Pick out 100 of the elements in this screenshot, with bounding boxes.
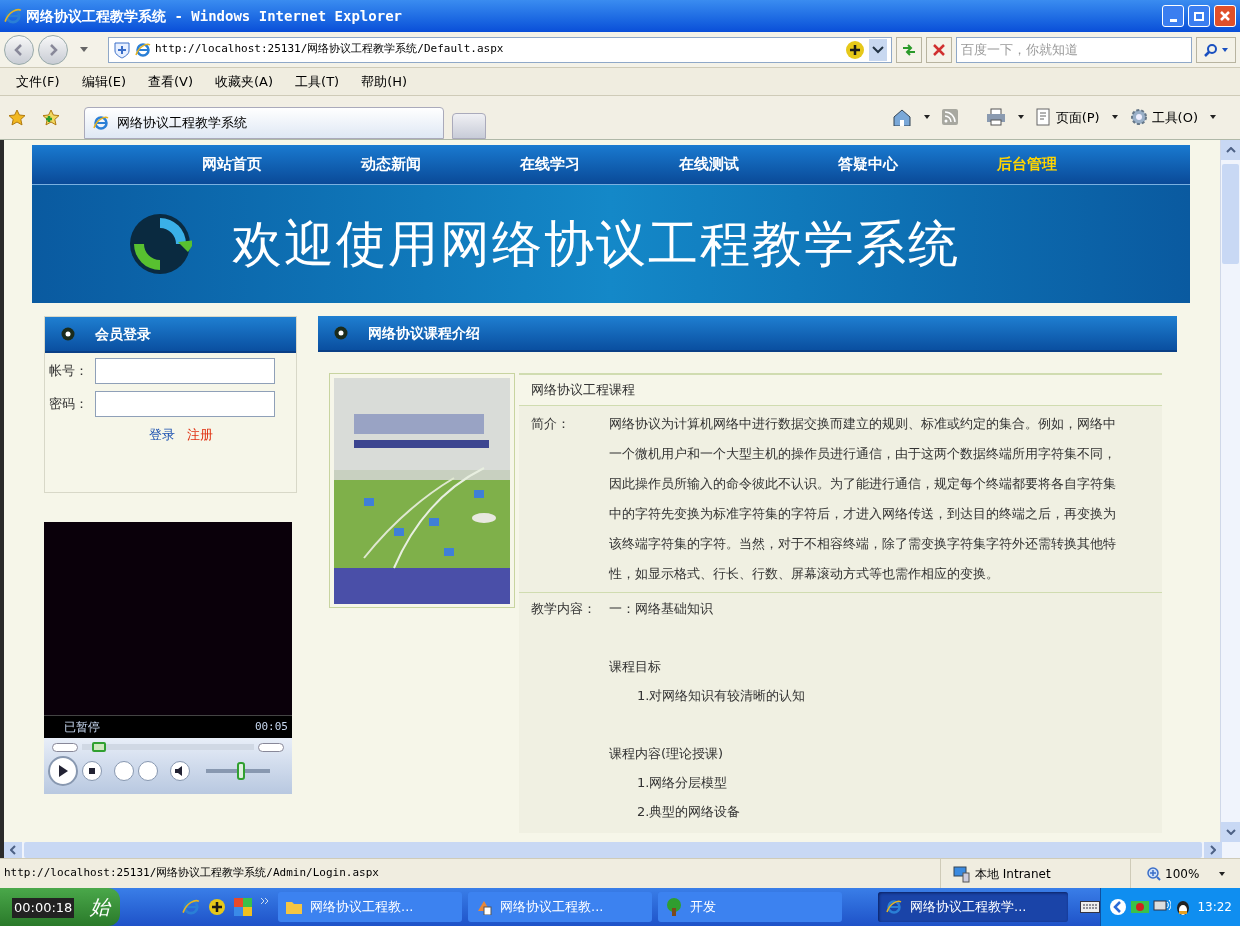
feed-icon[interactable] [941, 109, 958, 126]
browser-icon [182, 898, 200, 916]
app-icon [476, 899, 492, 915]
nav-link[interactable]: 答疑中心 [788, 153, 947, 176]
network-icon [953, 864, 971, 883]
zoom-level[interactable]: 100% [1165, 864, 1200, 883]
nav-link[interactable]: 在线学习 [470, 153, 629, 176]
password-field[interactable] [95, 391, 275, 417]
menu-item[interactable]: 文件(F) [16, 71, 60, 92]
back-button[interactable] [4, 34, 34, 65]
volume-thumb[interactable] [237, 762, 246, 780]
taskbar-button[interactable]: 网络协议工程教学... [878, 892, 1068, 922]
dropdown-icon[interactable] [1219, 871, 1226, 876]
vertical-scrollbar[interactable] [1220, 140, 1240, 842]
play-button[interactable] [48, 756, 78, 786]
nav-link[interactable]: 后台管理 [947, 153, 1106, 176]
login-link[interactable]: 登录 [148, 425, 175, 445]
page-menu-button[interactable]: 页面(P) [1035, 107, 1100, 127]
search-button[interactable] [1196, 36, 1236, 63]
mute-button[interactable] [170, 761, 190, 781]
home-icon[interactable] [891, 108, 912, 127]
new-tab-button[interactable] [452, 113, 486, 139]
stop-button[interactable] [82, 761, 102, 781]
close-icon [1219, 10, 1231, 22]
dropdown-icon[interactable] [923, 115, 930, 120]
minimize-button[interactable] [1162, 5, 1184, 27]
next-button[interactable] [138, 761, 158, 781]
course-name: 网络协议工程课程 [531, 381, 635, 400]
taskbar-button[interactable]: 网络协议工程教... [468, 892, 652, 922]
play-icon [58, 765, 68, 777]
menu-item[interactable]: 收藏夹(A) [215, 71, 274, 92]
star-icon[interactable] [8, 109, 26, 127]
menu-item[interactable]: 编辑(E) [81, 71, 126, 92]
refresh-button[interactable] [896, 36, 922, 63]
nav-link[interactable]: 网站首页 [152, 153, 311, 176]
seek-track[interactable] [82, 742, 254, 752]
dropdown-icon[interactable] [1017, 115, 1024, 120]
refresh-icon [901, 42, 917, 57]
window-title: 网络协议工程教学系统 - Windows Internet Explorer [26, 6, 403, 26]
fast-forward-button[interactable] [258, 742, 284, 752]
section-title: 会员登录 [95, 324, 151, 344]
stop-icon [89, 768, 95, 774]
plus-icon[interactable] [845, 39, 865, 60]
intro-text: 网络协议为计算机网络中进行数据交换而建立的规则、标准或约定的集合。例如，网络中一个微机用户和一个大型主机的操作员进行通信，由于这两个数据终端所用字符集不同，因此操作员所输入的命令彼此不认识。为了能进行通信，规定每个终端都要将各自字符集中的字符先变换为标准字符集的字符后，才进入网络传送，到达目的终端之后，再变换为该终端字符集的字符。当然，对于不相容终端，除了需变换字符集字符外还需转换其他特性，如显示格式、行长、行数、屏幕滚动方式等也需作相应的变换。 [609, 415, 1117, 583]
plus-icon[interactable] [208, 898, 226, 916]
penguin-icon[interactable] [1175, 898, 1191, 916]
rewind-button[interactable] [52, 742, 78, 752]
browser-tab[interactable]: 网络协议工程教学系统 [84, 107, 444, 139]
menu-item[interactable]: 帮助(H) [361, 71, 408, 92]
address-field[interactable]: http://localhost:25131/网络协议工程教学系统/Default.aspx [108, 36, 892, 63]
scroll-down-icon[interactable] [1225, 829, 1236, 835]
add-favorite-icon[interactable] [42, 109, 60, 127]
speaker-icon [175, 766, 185, 776]
scroll-thumb[interactable] [1222, 164, 1239, 264]
status-url: http://localhost:25131/网络协议工程教学系统/Admin/Login.aspx [3, 865, 380, 882]
gear-icon [1129, 108, 1148, 127]
restore-button[interactable] [1188, 5, 1210, 27]
content-heading: 课程内容(理论授课) [609, 745, 725, 763]
player-time: 00:05 [254, 718, 288, 735]
menu-item[interactable]: 查看(V) [148, 71, 194, 92]
zone-label: 本地 Intranet [975, 865, 1051, 883]
tools-menu-button[interactable]: 工具(O) [1129, 107, 1198, 127]
logo-icon [128, 212, 192, 276]
section-title: 网络协议课程介绍 [368, 323, 480, 343]
content-heading: 课程目标 [609, 658, 662, 676]
account-field[interactable] [95, 358, 275, 384]
register-link[interactable]: 注册 [186, 425, 213, 445]
forward-button[interactable] [38, 34, 68, 65]
dropdown-icon[interactable] [1111, 115, 1118, 120]
clock: 13:22 [1197, 899, 1232, 916]
stop-icon [933, 43, 945, 56]
scroll-right-icon[interactable] [1210, 845, 1216, 855]
scroll-up-icon[interactable] [1225, 147, 1236, 153]
tiles-icon[interactable] [234, 898, 252, 916]
page-icon [1035, 108, 1052, 127]
intro-label: 简介： [531, 415, 571, 433]
content-heading: 一：网络基础知识 [609, 600, 714, 618]
keyboard-icon[interactable] [1080, 901, 1100, 913]
print-icon[interactable] [985, 108, 1006, 127]
account-label: 帐号： [49, 362, 89, 381]
browser-icon [93, 115, 109, 131]
shield-icon [113, 40, 131, 59]
flag-icon[interactable] [1131, 899, 1149, 915]
content-label: 教学内容： [531, 600, 597, 618]
nav-link[interactable]: 在线测试 [629, 153, 788, 176]
browser-icon [4, 7, 22, 25]
taskbar-button[interactable]: 网络协议工程教... [278, 892, 462, 922]
taskbar-button[interactable]: 开发 [658, 892, 842, 922]
dropdown-icon[interactable] [1210, 115, 1216, 120]
dropdown-icon [1222, 47, 1228, 52]
dropdown-icon[interactable] [869, 38, 887, 61]
menu-item[interactable]: 工具(T) [295, 71, 340, 92]
chevron-icon[interactable] [260, 897, 270, 905]
scroll-left-icon[interactable] [10, 845, 16, 855]
previous-button[interactable] [114, 761, 134, 781]
browser-icon [886, 899, 902, 915]
seek-thumb[interactable] [92, 742, 107, 752]
close-button[interactable] [1214, 5, 1236, 27]
tree-icon [666, 898, 682, 916]
nav-link[interactable]: 动态新闻 [311, 153, 470, 176]
